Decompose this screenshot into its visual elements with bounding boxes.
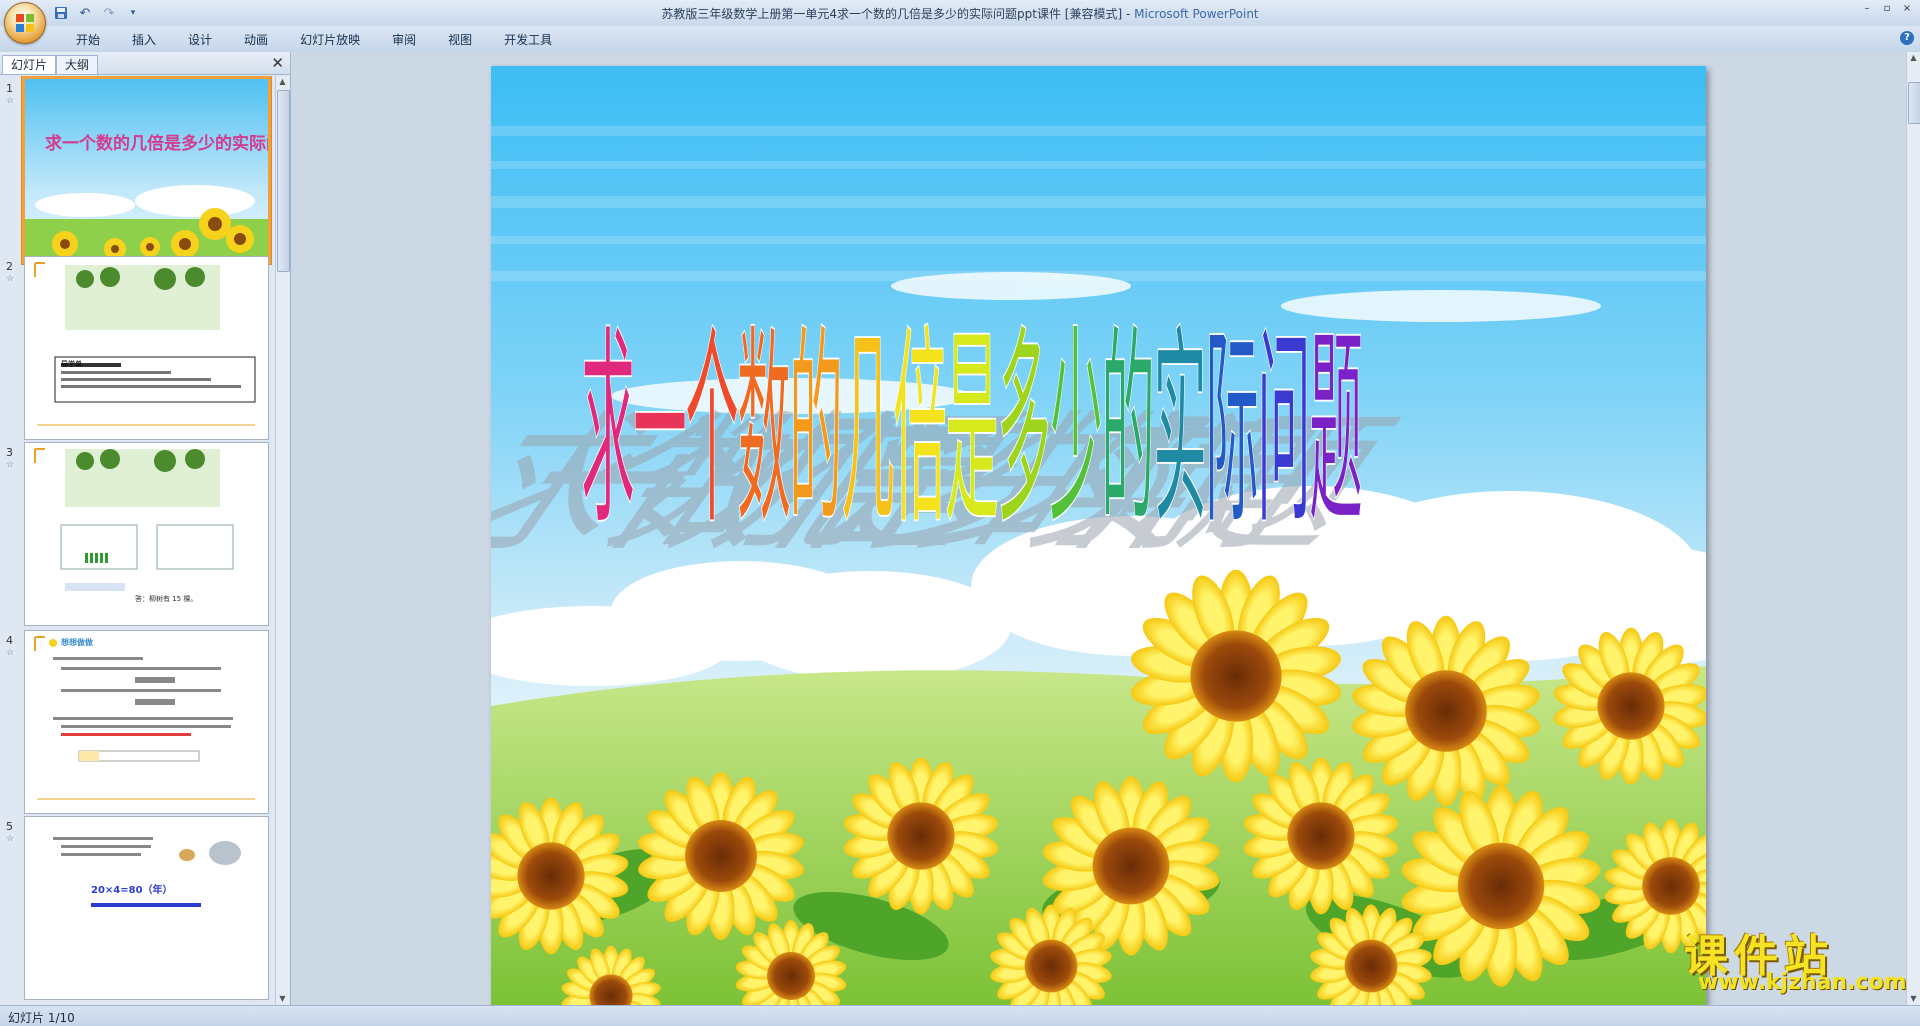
- thumbnail-title: 答：柳树有 15 棵。: [135, 594, 197, 603]
- thumbnail-number: 2: [6, 260, 13, 273]
- tab-slideshow[interactable]: 幻灯片放映: [284, 30, 376, 50]
- thumbnail-row-3: 3 ☆ 答：柳树有 15 棵。: [0, 442, 272, 630]
- thumbnail-row-4: 4 ☆ 想想做做: [0, 630, 272, 818]
- transition-star-icon: ☆: [6, 96, 15, 106]
- thumbnail-title: 求一个数的几倍是多少的实际问题: [45, 133, 268, 154]
- title-char: 问: [1257, 307, 1311, 554]
- watermark-url: www.kjzhan.com: [1698, 970, 1907, 995]
- thumbnail-slide-1[interactable]: 求一个数的几倍是多少的实际问题: [22, 76, 271, 264]
- office-logo-icon: [16, 14, 34, 32]
- title-char: 是: [945, 307, 999, 554]
- ribbon-tabs: 开始 插入 设计 动画 幻灯片放映 审阅 视图 开发工具: [60, 30, 568, 50]
- thumbnail-row-1: 1 ☆ 求一个数的几倍是多少的实际: [0, 76, 272, 266]
- tab-home[interactable]: 开始: [60, 30, 116, 50]
- tab-outline[interactable]: 大纲: [56, 55, 99, 74]
- thumbnail-number: 1: [6, 82, 13, 95]
- title-char: 多: [997, 307, 1051, 554]
- tab-design[interactable]: 设计: [172, 30, 228, 50]
- tab-developer[interactable]: 开发工具: [488, 30, 568, 50]
- window-title: 苏教版三年级数学上册第一单元4求一个数的几倍是多少的实际问题ppt课件 [兼容模…: [661, 7, 1259, 21]
- window-controls: – ▫ ×: [1858, 2, 1916, 16]
- office-button[interactable]: [4, 2, 46, 44]
- title-char: 几: [841, 307, 895, 554]
- transition-star-icon: ☆: [6, 648, 15, 658]
- title-char: 倍: [893, 307, 947, 554]
- tab-insert[interactable]: 插入: [116, 30, 172, 50]
- help-icon[interactable]: ?: [1900, 31, 1914, 45]
- thumbnail-number: 5: [6, 820, 13, 833]
- title-char: 一: [633, 307, 687, 554]
- minimize-button[interactable]: –: [1858, 2, 1876, 16]
- title-char: 的: [1101, 307, 1155, 554]
- slide-editor: 求一个数的几倍是多少的实际问题 求一个数的几倍是多少的实际问题: [291, 52, 1907, 1005]
- scroll-thumb[interactable]: [1908, 82, 1920, 124]
- thumbnail-row-2: 2 ☆ 导学单: [0, 256, 272, 444]
- title-char: 求: [581, 307, 635, 554]
- thumbnail-slide-3[interactable]: 答：柳树有 15 棵。: [24, 442, 269, 626]
- restore-button[interactable]: ▫: [1878, 2, 1896, 16]
- status-bar: 幻灯片 1/10: [0, 1005, 1920, 1026]
- editor-scrollbar[interactable]: ▲ ▼: [1906, 52, 1920, 1005]
- title-char: 际: [1205, 307, 1259, 554]
- thumbnail-title: 20×4=80（年）: [91, 883, 173, 896]
- title-char: 题: [1309, 307, 1363, 554]
- tab-view[interactable]: 视图: [432, 30, 488, 50]
- slides-pane: 幻灯片 大纲 ✕ 1 ☆ 求一个数的几倍是多少的实际 2 ☆ 导学单 3 ☆ 答…: [0, 52, 291, 1005]
- scroll-thumb[interactable]: [277, 90, 290, 272]
- pane-tabs: 幻灯片 大纲 ✕: [0, 52, 290, 75]
- transition-star-icon: ☆: [6, 274, 15, 284]
- title-char: 个: [685, 307, 739, 554]
- thumbnail-row-5: 5 ☆ 20×4=80（年）: [0, 816, 272, 1004]
- title-char: 数: [737, 307, 791, 554]
- tab-animations[interactable]: 动画: [228, 30, 284, 50]
- close-pane-icon[interactable]: ✕: [271, 54, 284, 72]
- transition-star-icon: ☆: [6, 834, 15, 844]
- transition-star-icon: ☆: [6, 460, 15, 470]
- document-title: 苏教版三年级数学上册第一单元4求一个数的几倍是多少的实际问题ppt课件 [兼容模…: [661, 7, 1123, 21]
- scroll-up-icon[interactable]: ▲: [277, 76, 288, 88]
- tab-review[interactable]: 审阅: [376, 30, 432, 50]
- thumbnail-title: 想想做做: [60, 637, 93, 647]
- watermark-logo: 课件站 www.kjzhan.com: [1676, 920, 1907, 1000]
- close-button[interactable]: ×: [1898, 2, 1916, 16]
- app-name: Microsoft PowerPoint: [1134, 7, 1259, 21]
- thumbnail-slide-5[interactable]: 20×4=80（年）: [24, 816, 269, 1000]
- scroll-down-icon[interactable]: ▼: [1908, 993, 1919, 1005]
- scroll-up-icon[interactable]: ▲: [1908, 52, 1919, 64]
- thumbnail-slide-2[interactable]: 导学单: [24, 256, 269, 440]
- title-char: 的: [789, 307, 843, 554]
- scroll-down-icon[interactable]: ▼: [277, 993, 288, 1005]
- title-bar: ↶ ↷ ▾ 苏教版三年级数学上册第一单元4求一个数的几倍是多少的实际问题ppt课…: [0, 0, 1920, 44]
- thumbnail-number: 3: [6, 446, 13, 459]
- title-char: 实: [1153, 307, 1207, 554]
- thumbnail-list: 1 ☆ 求一个数的几倍是多少的实际 2 ☆ 导学单 3 ☆ 答：柳树有 15 棵…: [0, 76, 272, 1005]
- thumbnail-scrollbar[interactable]: ▲ ▼: [275, 76, 290, 1005]
- thumbnail-slide-4[interactable]: 想想做做: [24, 630, 269, 814]
- slide-counter: 幻灯片 1/10: [8, 1011, 75, 1025]
- ribbon: 开始 插入 设计 动画 幻灯片放映 审阅 视图 开发工具 ?: [0, 26, 1920, 53]
- slide-title[interactable]: 求一个数的几倍是多少的实际问题: [580, 306, 1364, 555]
- current-slide[interactable]: 求一个数的几倍是多少的实际问题 求一个数的几倍是多少的实际问题: [491, 66, 1706, 1005]
- thumbnail-number: 4: [6, 634, 13, 647]
- tab-slides[interactable]: 幻灯片: [2, 55, 57, 74]
- thumbnail-title: 导学单: [61, 359, 82, 368]
- title-char: 少: [1049, 307, 1103, 554]
